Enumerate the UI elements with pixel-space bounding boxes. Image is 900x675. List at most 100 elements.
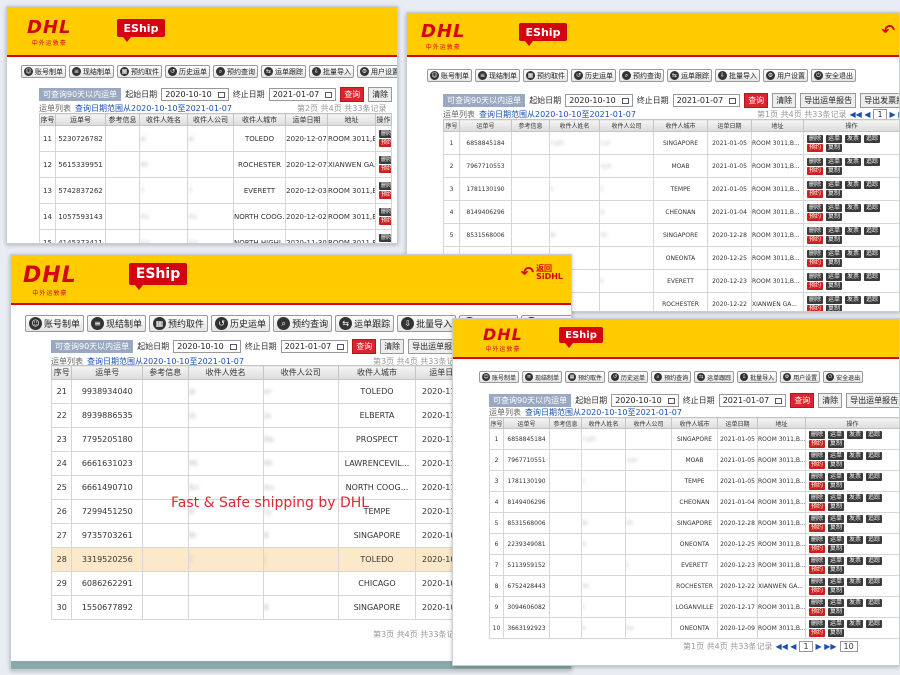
column-header-ref[interactable]: 参考信息 <box>549 417 582 429</box>
column-header-recv_name[interactable]: 收件人姓名 <box>139 113 188 126</box>
action-track-button[interactable]: 追踪 <box>864 272 881 281</box>
action-copy-button[interactable]: 复制 <box>828 481 845 490</box>
calendar-icon[interactable] <box>729 97 737 104</box>
action-waybill-button[interactable]: 运单 <box>826 203 843 212</box>
action-reserve-button[interactable]: 预约 <box>809 502 826 511</box>
action-track-button[interactable]: 追踪 <box>864 157 881 166</box>
action-track-button[interactable]: 追踪 <box>864 226 881 235</box>
action-delete-button[interactable]: 删除 <box>809 556 826 565</box>
table-row[interactable]: 2 7967710551 ryer MOAB 2021-01-05 ROOM 3011,B… <box>489 449 899 471</box>
action-copy-button[interactable]: 复制 <box>828 607 845 616</box>
column-header-recv_company[interactable]: 收件人公司 <box>262 365 339 380</box>
action-invoice-button[interactable]: 发票 <box>847 556 864 565</box>
action-waybill-button[interactable]: 运单 <box>826 226 843 235</box>
clear-button[interactable]: 清除 <box>380 339 405 354</box>
next-page-icon[interactable]: ▶ ▶▶ <box>816 642 837 651</box>
column-header-waybill[interactable]: 运单号 <box>459 119 512 132</box>
toolbar-button-2[interactable]: ≡ 现结制单 <box>87 315 147 332</box>
toolbar-button-3[interactable]: ▦ 预约取件 <box>523 69 568 82</box>
action-invoice-button[interactable]: 发票 <box>845 295 862 304</box>
column-header-ref[interactable]: 参考信息 <box>511 119 550 132</box>
column-header-waybill[interactable]: 运单号 <box>55 113 106 126</box>
toolbar-button-6[interactable]: ⇆ 运单跟踪 <box>335 315 395 332</box>
calendar-icon[interactable] <box>775 397 783 404</box>
action-waybill-button[interactable]: 运单 <box>828 451 845 460</box>
table-row[interactable]: 11 5230726782 Je Je TOLEDO 2020-12-07 ROOM 301… <box>39 125 392 152</box>
column-header-waybill[interactable]: 运单号 <box>503 417 550 429</box>
action-track-button[interactable]: 追踪 <box>864 203 881 212</box>
column-header-ref[interactable]: 参考信息 <box>105 113 140 126</box>
action-copy-button[interactable]: 复制 <box>826 143 843 152</box>
action-track-button[interactable]: 追踪 <box>864 180 881 189</box>
action-reserve-button[interactable]: 预约 <box>809 523 826 532</box>
action-delete-button[interactable]: 删除 <box>809 451 826 460</box>
column-header-recv_company[interactable]: 收件人公司 <box>625 417 672 429</box>
action-reserve-button[interactable]: 预约 <box>379 217 391 225</box>
query-button[interactable]: 查询 <box>790 393 815 408</box>
table-row[interactable]: 2 7967710553 ryer MOAB 2021-01-05 ROOM 3011,B… <box>443 154 899 178</box>
column-header-recv_company[interactable]: 收件人公司 <box>599 119 654 132</box>
action-invoice-button[interactable]: 发票 <box>845 180 862 189</box>
action-waybill-button[interactable]: 运单 <box>826 249 843 258</box>
column-header-ship_date[interactable]: 运单日期 <box>285 113 328 126</box>
action-track-button[interactable]: 追踪 <box>864 134 881 143</box>
toolbar-button-2[interactable]: ≡ 现结制单 <box>522 371 563 383</box>
action-waybill-button[interactable]: 运单 <box>826 134 843 143</box>
action-copy-button[interactable]: 复制 <box>828 628 845 637</box>
action-waybill-button[interactable]: 运单 <box>828 535 845 544</box>
toolbar-button-3[interactable]: ▦ 预约取件 <box>117 65 162 78</box>
column-header-seq[interactable]: 序号 <box>489 417 504 429</box>
toolbar-button-2[interactable]: ≡ 现结制单 <box>475 69 520 82</box>
table-row[interactable]: 13 5742837262 Y Y EVERETT 2020-12-03 ROOM 3011… <box>39 177 392 204</box>
toolbar-button-4[interactable]: ↺ 历史运单 <box>165 65 210 78</box>
toolbar-button-5[interactable]: ⌕ 预约查询 <box>619 69 664 82</box>
action-invoice-button[interactable]: 发票 <box>845 203 862 212</box>
action-invoice-button[interactable]: 发票 <box>845 272 862 281</box>
end-date-input[interactable]: 2021-01-07 <box>672 94 741 107</box>
action-reserve-button[interactable]: 预约 <box>807 258 824 267</box>
toolbar-button-3[interactable]: ▦ 预约取件 <box>149 315 209 332</box>
toolbar-button-1[interactable]: ☺ 账号制单 <box>21 65 66 78</box>
action-copy-button[interactable]: 复制 <box>826 258 843 267</box>
column-header-recv_city[interactable]: 收件人城市 <box>337 365 417 380</box>
table-row[interactable]: 3 1781130190 C C TEMPE 2021-01-05 ROOM 3011,B.… <box>443 177 899 201</box>
start-date-input[interactable]: 2020-10-10 <box>565 94 633 107</box>
action-reserve-button[interactable]: 预约 <box>807 189 824 198</box>
clear-button[interactable]: 清除 <box>772 93 797 108</box>
action-invoice-button[interactable]: 发票 <box>847 619 864 628</box>
back-button[interactable]: ↶ <box>882 21 897 40</box>
column-header-ship_date[interactable]: 运单日期 <box>707 119 752 132</box>
table-row[interactable]: 9 3094606082 C LOGANVILLE 2020-12-17 ROOM 301… <box>489 596 899 618</box>
column-header-address[interactable]: 地址 <box>327 113 376 126</box>
action-invoice-button[interactable]: 发票 <box>847 493 864 502</box>
column-header-waybill[interactable]: 运单号 <box>71 365 144 380</box>
action-invoice-button[interactable]: 发票 <box>847 577 864 586</box>
column-header-seq[interactable]: 序号 <box>443 119 460 132</box>
action-delete-button[interactable]: 删除 <box>379 182 391 190</box>
action-waybill-button[interactable]: 运单 <box>828 493 845 502</box>
action-waybill-button[interactable]: 运单 <box>828 598 845 607</box>
action-invoice-button[interactable]: 发票 <box>845 249 862 258</box>
table-row[interactable]: 3 1781130190 C TEMPE 2021-01-05 ROOM 3011,B..… <box>489 470 899 492</box>
table-row[interactable]: 4 8149406296 d. CHEONAN 2021-01-04 ROOM 3011,… <box>443 200 899 224</box>
toolbar-button-7[interactable]: ⇩ 批量导入 <box>715 69 760 82</box>
column-header-address[interactable]: 地址 <box>751 119 804 132</box>
start-date-input[interactable]: 2020-10-10 <box>611 394 679 407</box>
action-reserve-button[interactable]: 预约 <box>809 628 826 637</box>
action-reserve-button[interactable]: 预约 <box>809 439 826 448</box>
action-waybill-button[interactable]: 运单 <box>826 295 843 304</box>
table-row[interactable]: 7 5113959152 k EVERETT 2020-12-23 ROOM 3011,B… <box>489 554 899 576</box>
back-button[interactable]: ↶ 返回 SiDHL <box>521 263 563 282</box>
toolbar-button-1[interactable]: ☺ 账号制单 <box>479 371 520 383</box>
action-reserve-button[interactable]: 预约 <box>809 565 826 574</box>
table-row[interactable]: 5 8531568006 Br ith SINGAPORE 2020-12-28 ROOM … <box>489 512 899 534</box>
action-delete-button[interactable]: 删除 <box>809 493 826 502</box>
action-waybill-button[interactable]: 运单 <box>826 272 843 281</box>
action-copy-button[interactable]: 复制 <box>826 281 843 290</box>
toolbar-button-5[interactable]: ⌕ 预约查询 <box>651 371 692 383</box>
column-header-recv_city[interactable]: 收件人城市 <box>671 417 718 429</box>
action-track-button[interactable]: 追踪 <box>866 535 883 544</box>
column-header-seq[interactable]: 序号 <box>50 365 73 380</box>
prev-page-icon[interactable]: ◀◀ ◀ <box>775 642 796 651</box>
clear-button[interactable]: 清除 <box>368 87 393 102</box>
